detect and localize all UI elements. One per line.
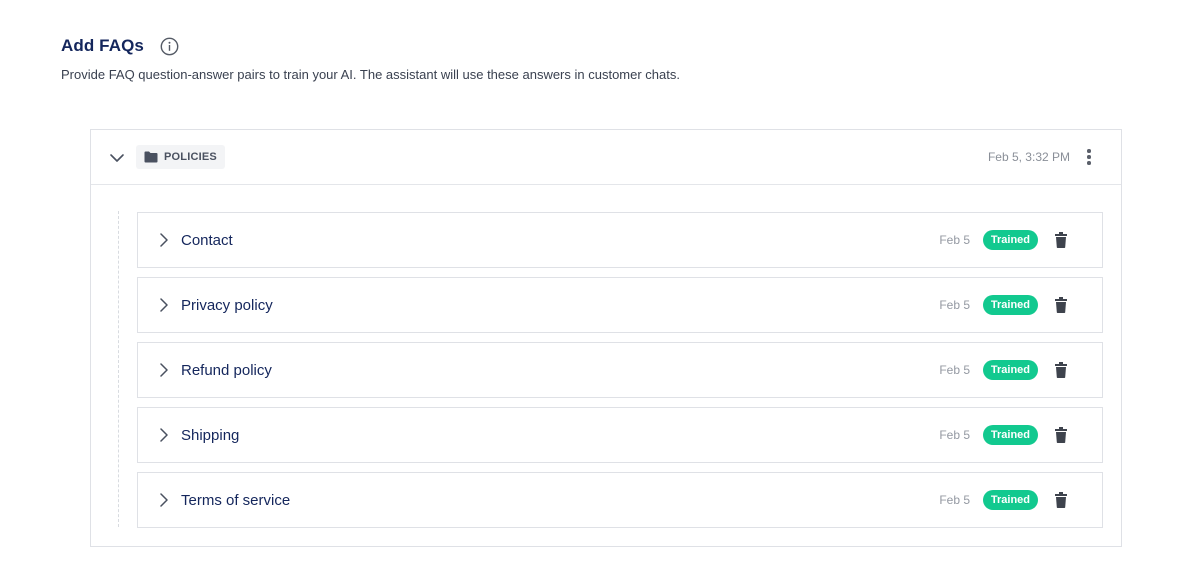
faq-title[interactable]: Privacy policy [181,297,273,314]
chevron-right-icon[interactable] [157,428,171,442]
faq-date: Feb 5 [939,298,970,312]
page-title: Add FAQs [61,36,144,55]
chevron-right-icon[interactable] [157,493,171,507]
trash-icon[interactable] [1055,362,1067,378]
folder-date: Feb 5, 3:32 PM [987,150,1070,164]
folder-icon [144,151,158,163]
faq-item[interactable]: Terms of service Feb 5 Trained [137,472,1103,528]
faq-date: Feb 5 [939,233,970,247]
faq-item[interactable]: Refund policy Feb 5 Trained [137,342,1103,398]
status-badge: Trained [982,230,1038,250]
status-badge: Trained [982,360,1038,380]
faq-item[interactable]: Privacy policy Feb 5 Trained [137,277,1103,333]
trash-icon[interactable] [1055,492,1067,508]
folder-tag: POLICIES [136,145,225,169]
faq-date: Feb 5 [939,363,970,377]
folder-label: POLICIES [164,151,217,163]
trash-icon[interactable] [1055,232,1067,248]
folder-header[interactable]: POLICIES Feb 5, 3:32 PM [91,130,1121,185]
status-badge: Trained [982,295,1038,315]
faq-title[interactable]: Shipping [181,427,239,444]
chevron-right-icon[interactable] [157,363,171,377]
chevron-down-icon[interactable] [109,150,125,166]
faq-date: Feb 5 [939,428,970,442]
page-subtitle: Provide FAQ question-answer pairs to tra… [61,67,680,82]
faq-item[interactable]: Contact Feb 5 Trained [137,212,1103,268]
faq-title[interactable]: Contact [181,232,233,249]
status-badge: Trained [982,490,1038,510]
chevron-right-icon[interactable] [157,298,171,312]
status-badge: Trained [982,425,1038,445]
tree-guide-line [118,211,119,527]
page-header: Add FAQs [61,36,179,56]
chevron-right-icon[interactable] [157,233,171,247]
faq-title[interactable]: Terms of service [181,492,290,509]
more-vertical-icon[interactable] [1086,149,1092,167]
faq-item[interactable]: Shipping Feb 5 Trained [137,407,1103,463]
info-circle-icon[interactable] [160,37,179,56]
trash-icon[interactable] [1055,297,1067,313]
trash-icon[interactable] [1055,427,1067,443]
faq-date: Feb 5 [939,493,970,507]
title-row: Add FAQs [61,36,179,56]
faq-title[interactable]: Refund policy [181,362,272,379]
